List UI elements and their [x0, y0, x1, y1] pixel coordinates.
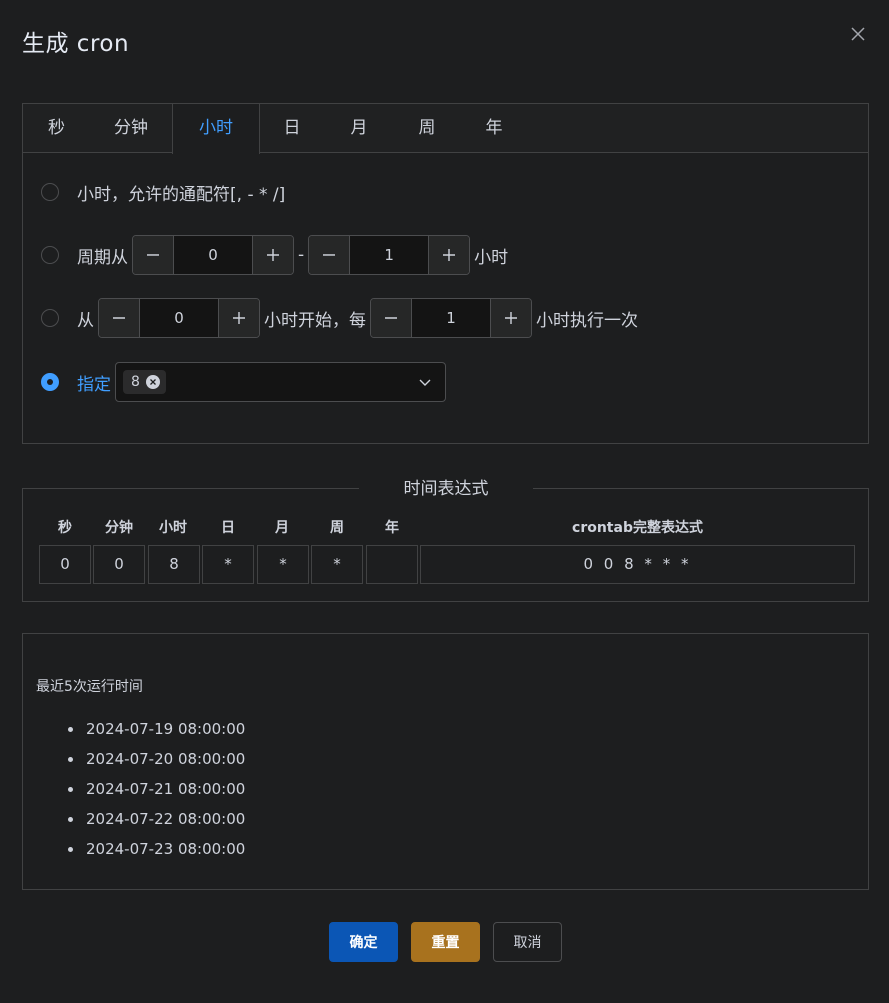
radio-specify[interactable] [41, 373, 59, 391]
expr-value-crontab: 0 0 8 * * * [420, 545, 855, 584]
cron-tabs-panel: 秒 分钟 小时 日 月 周 年 小时，允许的通配符[, - * /] 周期从 0… [22, 103, 869, 444]
interval-start-value[interactable]: 0 [140, 299, 218, 337]
minus-icon[interactable] [99, 299, 140, 337]
time-expression-legend: 时间表达式 [359, 477, 533, 501]
reset-button[interactable]: 重置 [411, 922, 480, 962]
option-specify: 指定 8 [41, 362, 446, 402]
tab-hour[interactable]: 小时 [172, 104, 260, 154]
tag-close-icon[interactable] [145, 375, 160, 389]
interval-start-stepper[interactable]: 0 [98, 298, 260, 338]
interval-suffix: 小时执行一次 [536, 310, 638, 331]
interval-prefix: 从 [77, 310, 94, 331]
plus-icon[interactable] [218, 299, 259, 337]
cycle-to-stepper[interactable]: 1 [308, 235, 471, 275]
expr-header-second: 秒 [58, 520, 72, 536]
selected-hour-tag: 8 [123, 370, 166, 394]
expr-header-week: 周 [330, 520, 344, 536]
plus-icon[interactable] [428, 236, 470, 274]
selected-hour-tag-label: 8 [131, 374, 140, 390]
radio-interval[interactable] [41, 309, 59, 327]
run-time-item: 2024-07-23 08:00:00 [67, 840, 246, 858]
radio-every-hour[interactable] [41, 183, 59, 201]
minus-icon[interactable] [309, 236, 351, 274]
expr-value-week: * [311, 545, 363, 584]
cycle-from-stepper[interactable]: 0 [132, 235, 294, 275]
minus-icon[interactable] [371, 299, 412, 337]
expr-value-year [366, 545, 418, 584]
tab-month[interactable]: 月 [324, 104, 394, 153]
expr-header-hour: 小时 [159, 520, 187, 536]
time-expression-panel: 时间表达式 秒 分钟 小时 日 月 周 年 crontab完整表达式 0 0 8… [22, 477, 869, 602]
cycle-from-value[interactable]: 0 [174, 236, 252, 274]
run-time-item: 2024-07-20 08:00:00 [67, 750, 246, 768]
recent-run-times-title: 最近5次运行时间 [36, 679, 143, 695]
minus-icon[interactable] [133, 236, 174, 274]
tabs-header: 秒 分钟 小时 日 月 周 年 [23, 104, 868, 154]
tab-year[interactable]: 年 [460, 104, 528, 153]
cancel-button[interactable]: 取消 [493, 922, 562, 962]
expr-value-day: * [202, 545, 254, 584]
option-every-hour-label: 小时，允许的通配符[, - * /] [77, 184, 286, 205]
chevron-down-icon[interactable] [417, 374, 433, 390]
cycle-prefix: 周期从 [77, 247, 128, 268]
expr-value-second: 0 [39, 545, 91, 584]
interval-step-value[interactable]: 1 [412, 299, 490, 337]
option-interval: 从 0 小时开始，每 1 小时执行一次 [41, 298, 638, 338]
interval-step-stepper[interactable]: 1 [370, 298, 532, 338]
cycle-to-value[interactable]: 1 [350, 236, 429, 274]
expr-header-year: 年 [385, 520, 399, 536]
tab-week[interactable]: 周 [394, 104, 460, 153]
tab-minute[interactable]: 分钟 [90, 104, 172, 153]
tab-day[interactable]: 日 [260, 104, 324, 153]
expr-header-minute: 分钟 [105, 520, 133, 536]
expr-header-day: 日 [221, 520, 235, 536]
expr-value-minute: 0 [93, 545, 145, 584]
interval-middle: 小时开始，每 [264, 310, 366, 331]
cycle-separator: - [298, 245, 305, 265]
dialog-title: 生成 cron [22, 31, 130, 57]
option-cycle: 周期从 0 - 1 小时 [41, 235, 508, 275]
cycle-suffix: 小时 [474, 247, 509, 268]
close-icon[interactable] [848, 24, 868, 44]
option-every-hour[interactable]: 小时，允许的通配符[, - * /] [41, 172, 285, 212]
run-time-item: 2024-07-21 08:00:00 [67, 780, 246, 798]
recent-run-times-panel: 最近5次运行时间 2024-07-19 08:00:00 2024-07-20 … [22, 633, 869, 890]
plus-icon[interactable] [490, 299, 531, 337]
specify-hours-select[interactable]: 8 [115, 362, 446, 402]
expr-header-crontab: crontab完整表达式 [572, 520, 703, 536]
expr-value-hour: 8 [148, 545, 200, 584]
run-time-item: 2024-07-22 08:00:00 [67, 810, 246, 828]
tab-second[interactable]: 秒 [23, 104, 90, 153]
radio-cycle[interactable] [41, 246, 59, 264]
option-specify-label: 指定 [77, 374, 111, 395]
plus-icon[interactable] [252, 236, 293, 274]
run-time-item: 2024-07-19 08:00:00 [67, 720, 246, 738]
confirm-button[interactable]: 确定 [329, 922, 398, 962]
expr-value-month: * [257, 545, 309, 584]
expr-header-month: 月 [275, 520, 289, 536]
